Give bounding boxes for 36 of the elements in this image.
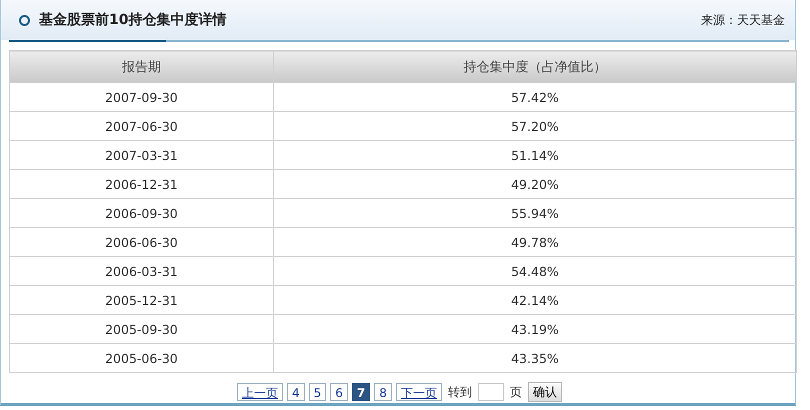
table-cell: 2006-06-30 [10, 228, 274, 256]
table-cell: 2005-06-30 [10, 344, 274, 372]
table-cell: 55.94% [273, 198, 796, 228]
panel-title: 基金股票前10持仓集中度详情 [39, 11, 226, 29]
circle-icon [19, 14, 30, 26]
page-link[interactable]: 4 [287, 383, 305, 401]
table-cell: 2005-09-30 [10, 314, 274, 344]
table-cell: 49.78% [273, 228, 796, 256]
table-cell: 49.20% [273, 170, 796, 198]
source-label: 来源：天天基金 [701, 12, 785, 28]
table-cell: 42.14% [273, 286, 796, 314]
table-cell: 57.20% [273, 112, 796, 140]
table-cell: 2007-09-30 [10, 82, 274, 112]
table-cell: 2007-06-30 [10, 112, 274, 140]
table-cell: 54.48% [273, 256, 796, 286]
table-cell: 2006-09-30 [10, 198, 274, 228]
page-link[interactable]: 6 [330, 383, 348, 401]
prev-page-link[interactable]: 上一页 [237, 383, 283, 401]
page-link[interactable]: 5 [308, 383, 326, 401]
next-page-link[interactable]: 下一页 [396, 383, 442, 401]
table-cell: 2005-12-31 [10, 286, 274, 314]
page-input-field[interactable] [478, 383, 504, 401]
confirm-button[interactable]: 确认 [528, 382, 562, 402]
table-cell: 2007-03-31 [10, 140, 274, 170]
page-link[interactable]: 8 [374, 383, 392, 401]
table-cell: 43.35% [273, 344, 796, 372]
column-header: 报告期 [10, 50, 274, 82]
page-link[interactable]: 7 [352, 383, 370, 401]
table-cell: 2006-03-31 [10, 256, 274, 286]
column-header: 持仓集中度（占净值比） [273, 50, 796, 82]
table-cell: 43.19% [273, 314, 796, 344]
page-unit-label: 页 [510, 384, 522, 400]
table-cell: 51.14% [273, 140, 796, 170]
table-cell: 2006-12-31 [10, 170, 274, 198]
goto-label: 转到 [448, 384, 472, 400]
table-cell: 57.42% [273, 82, 796, 112]
